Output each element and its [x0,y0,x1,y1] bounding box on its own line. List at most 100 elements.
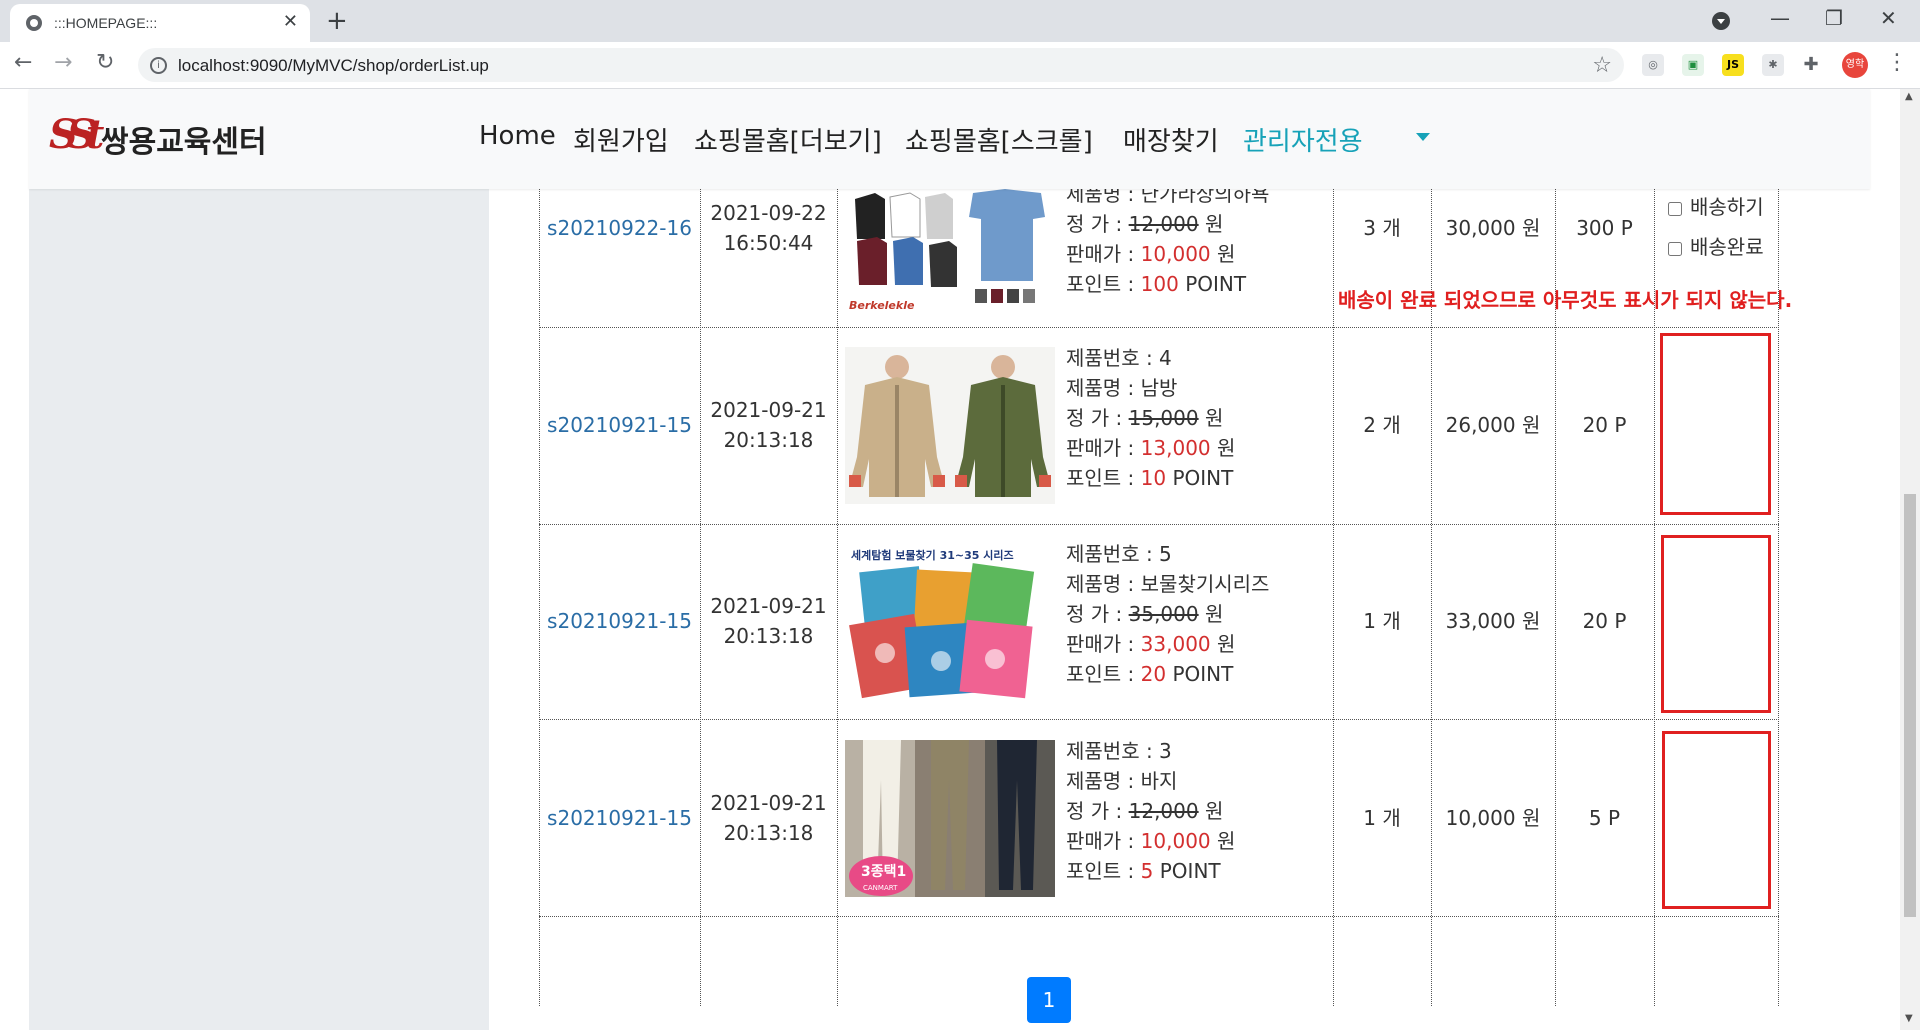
table-border [539,524,1779,525]
tab-title: :::HOMEPAGE::: [54,15,158,31]
extension-icon[interactable]: ◎ [1642,54,1664,76]
product-sale-price: 판매가 : 13,000 원 [1066,433,1235,463]
globe-icon [26,15,42,31]
point-label: 포인트 : [1066,859,1141,883]
tab-search-icon[interactable] [1712,12,1730,30]
browser-tab[interactable]: :::HOMEPAGE::: ✕ [10,4,310,42]
point-value: 5 [1140,859,1154,883]
point-value: 10 [1140,466,1167,490]
table-border [539,916,1779,917]
product-image[interactable]: 세계탐험 보물찾기 31~35 시리즈 [845,543,1055,700]
nav-shop-scroll[interactable]: 쇼핑몰홈[스크롤] [905,121,1093,158]
window-close-icon[interactable]: ✕ [1880,6,1897,30]
left-gutter [0,89,29,1030]
delivery-empty-box [1662,731,1771,909]
won-unit: 원 [1210,242,1236,266]
table-border [837,189,838,1006]
order-quantity: 3 개 [1363,216,1401,240]
sale-label: 판매가 : [1066,632,1141,656]
order-point: 20 P [1582,413,1627,437]
back-icon[interactable]: ← [14,50,32,75]
pagination-page-1[interactable]: 1 [1027,977,1071,1023]
list-price: 35,000 [1128,602,1199,626]
minimize-icon[interactable]: — [1770,6,1790,30]
right-gutter [1870,89,1900,1030]
books-title-text: 세계탐험 보물찾기 31~35 시리즈 [851,548,1014,562]
order-date-day: 2021-09-21 [710,791,827,815]
point-unit: POINT [1178,272,1247,296]
order-code-link[interactable]: s20210921-15 [539,606,700,636]
reload-icon[interactable]: ↻ [96,50,114,75]
new-tab-icon[interactable]: + [326,6,348,36]
won-unit: 원 [1210,829,1236,853]
product-image[interactable]: Berkelekle [845,189,1055,317]
restore-icon[interactable]: ❐ [1825,6,1843,30]
extension-green-icon[interactable]: ▣ [1682,54,1704,76]
product-name: 제품명 : 보물찾기시리즈 [1066,572,1270,596]
scroll-up-icon[interactable]: ▲ [1905,91,1913,102]
order-point: 5 P [1588,806,1621,830]
sale-label: 판매가 : [1066,829,1141,853]
delivered-checkbox-input[interactable] [1668,241,1682,256]
address-bar[interactable]: i localhost:9090/MyMVC/shop/orderList.up… [138,48,1624,82]
order-total: 33,000 원 [1445,609,1541,633]
point-value: 20 [1140,662,1167,686]
logo-mark-icon: SSt [49,111,104,158]
nav-admin-dropdown[interactable]: 관리자전용 [1243,121,1363,158]
product-point: 포인트 : 100 POINT [1066,269,1269,299]
scroll-down-icon[interactable]: ▼ [1905,1013,1913,1024]
order-date-time: 20:13:18 [723,821,814,845]
order-point: 300 P [1576,216,1633,240]
nav-signup[interactable]: 회원가입 [573,121,669,158]
product-point: 포인트 : 5 POINT [1066,856,1235,886]
ship-label: 배송하기 [1690,195,1764,219]
sale-price: 13,000 [1140,436,1211,460]
browser-menu-icon[interactable]: ⋮ [1886,50,1908,75]
url-text[interactable]: localhost:9090/MyMVC/shop/orderList.up [178,56,489,76]
sale-price: 10,000 [1140,829,1211,853]
order-total: 10,000 원 [1445,806,1541,830]
ship-checkbox-input[interactable] [1668,201,1682,216]
order-date: 2021-09-21 20:13:18 [700,395,837,455]
list-price: 12,000 [1128,212,1199,236]
point-value: 100 [1140,272,1179,296]
order-date-day: 2021-09-21 [710,398,827,422]
product-number: 제품번호 : 4 [1066,346,1172,370]
order-quantity: 1 개 [1363,806,1401,830]
bug-extension-icon[interactable]: ✱ [1762,54,1784,76]
order-date-day: 2021-09-21 [710,594,827,618]
puzzle-extensions-icon[interactable]: ✚ [1800,54,1822,76]
ship-checkbox[interactable]: 배송하기 [1668,191,1764,220]
scrollbar-thumb[interactable] [1904,494,1916,917]
order-code-link[interactable]: s20210922-16 [539,213,700,243]
product-image[interactable] [845,347,1055,504]
order-date-time: 20:13:18 [723,624,814,648]
delivered-checkbox[interactable]: 배송완료 [1668,231,1764,260]
order-code-link[interactable]: s20210921-15 [539,803,700,833]
order-quantity: 2 개 [1363,413,1401,437]
price-label: 정 가 : [1066,406,1129,430]
list-price: 15,000 [1128,406,1199,430]
price-label: 정 가 : [1066,212,1129,236]
order-code-link[interactable]: s20210921-15 [539,410,700,440]
nav-home[interactable]: Home [479,121,556,151]
page-scrollbar[interactable]: ▲ ▼ [1900,89,1920,1030]
bookmark-star-icon[interactable]: ☆ [1592,53,1612,78]
js-extension-icon[interactable]: JS [1722,54,1744,76]
won-unit: 원 [1198,406,1224,430]
product-image[interactable]: 3종택1 CANMART [845,740,1055,897]
forward-icon[interactable]: → [54,50,72,75]
point-unit: POINT [1166,466,1234,490]
order-date: 2021-09-21 20:13:18 [700,591,837,651]
nav-store-finder[interactable]: 매장찾기 [1123,121,1219,158]
chevron-down-icon[interactable] [1416,133,1430,141]
point-label: 포인트 : [1066,466,1141,490]
product-name: 제품명 : 바지 [1066,769,1178,793]
nav-shop-more[interactable]: 쇼핑몰홈[더보기] [694,121,882,158]
close-tab-icon[interactable]: ✕ [283,11,298,32]
point-unit: POINT [1166,662,1234,686]
product-number: 제품번호 : 3 [1066,739,1172,763]
table-border [539,327,1779,328]
profile-avatar[interactable]: 영학 [1842,52,1868,78]
site-info-icon[interactable]: i [150,57,167,74]
